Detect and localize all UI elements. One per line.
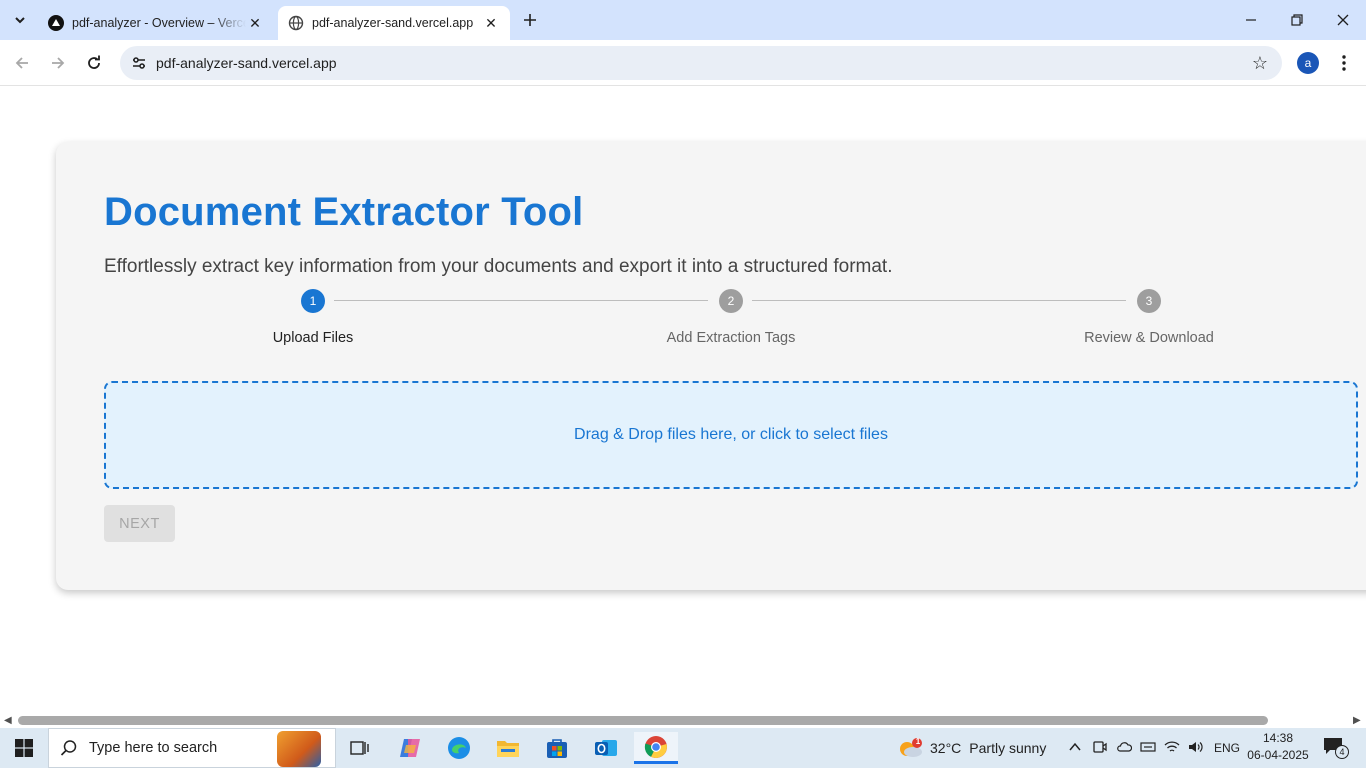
task-view-icon [350,741,369,755]
plus-icon [524,14,536,26]
chevron-up-icon[interactable] [1066,741,1084,755]
scrollbar-thumb[interactable] [18,716,1268,725]
close-icon[interactable]: ✕ [482,14,500,32]
tab-title: pdf-analyzer-sand.vercel.app [312,16,474,30]
more-vert-icon [1342,55,1346,71]
weather-temperature: 32°C [930,740,962,756]
copilot-button[interactable] [390,732,430,764]
step-connector [334,300,708,301]
restore-icon [1291,14,1303,26]
browser-tab-strip: pdf-analyzer - Overview – Vercel ✕ pdf-a… [0,0,1366,40]
tab-title: pdf-analyzer - Overview – Vercel [72,16,246,30]
new-tab-button[interactable] [518,8,542,32]
close-icon [1337,14,1349,26]
close-window-button[interactable] [1320,0,1366,40]
scroll-left-icon[interactable]: ◀ [4,715,12,726]
step-2-indicator: 2 [719,289,743,313]
clock-time: 14:38 [1262,731,1294,745]
profile-avatar[interactable]: a [1297,52,1319,74]
chrome-icon [644,735,667,758]
step-1-label: Upload Files [272,330,354,346]
page-subtitle: Effortlessly extract key information fro… [104,256,893,277]
outlook-button[interactable] [586,732,626,764]
browser-toolbar: pdf-analyzer-sand.vercel.app ☆ a [0,40,1366,86]
start-button[interactable] [0,728,48,768]
weather-alert-badge: 1 [915,737,921,746]
close-icon[interactable]: ✕ [246,14,264,32]
minimize-icon [1246,19,1256,21]
restore-button[interactable] [1274,0,1320,40]
pen-input-icon[interactable] [1136,740,1160,757]
network-cloud-icon[interactable] [1112,740,1136,757]
arrow-left-icon [15,57,28,69]
search-icon [49,739,89,757]
folder-icon [497,741,519,757]
taskbar-clock[interactable]: 14:38 06-04-2025 [1240,730,1316,764]
microsoft-store-button[interactable] [537,732,577,764]
weather-condition: Partly sunny [969,740,1047,756]
url-text: pdf-analyzer-sand.vercel.app [156,55,337,71]
step-connector [752,300,1126,301]
chrome-button[interactable] [634,732,678,764]
meet-now-icon[interactable] [1088,740,1112,757]
reload-icon [88,55,100,69]
task-view-button[interactable] [340,732,380,764]
step-1-indicator: 1 [301,289,325,313]
dropzone-text: Drag & Drop files here, or click to sele… [574,426,888,443]
step-3-label: Review & Download [1084,330,1214,346]
windows-taskbar: Type here to search 1 32°C Partly sunny [0,728,1366,768]
file-dropzone[interactable]: Drag & Drop files here, or click to sele… [104,381,1358,489]
tab-pdf-analyzer[interactable]: pdf-analyzer-sand.vercel.app ✕ [278,6,510,40]
bookmark-star-icon[interactable]: ☆ [1252,53,1268,73]
minimize-button[interactable] [1228,0,1274,40]
edge-button[interactable] [439,732,479,764]
taskbar-search-box[interactable]: Type here to search [48,728,336,768]
store-icon [547,739,567,758]
notification-center-button[interactable]: 4 [1322,736,1350,760]
wifi-icon[interactable] [1160,740,1184,757]
clock-date: 06-04-2025 [1247,748,1309,762]
weather-widget[interactable]: 1 32°C Partly sunny [898,728,1046,768]
vercel-logo-icon [48,15,64,31]
outlook-icon [595,740,617,756]
step-2-label: Add Extraction Tags [666,330,796,346]
reload-button[interactable] [80,49,108,77]
scroll-right-icon[interactable]: ▶ [1353,715,1361,726]
forward-button[interactable] [44,49,72,77]
chevron-down-icon [15,17,25,24]
site-info-icon[interactable] [122,55,156,71]
next-button[interactable]: NEXT [104,505,175,542]
horizontal-scrollbar[interactable]: ◀ ▶ [0,713,1366,728]
notification-count-badge: 4 [1335,745,1349,759]
volume-icon[interactable] [1184,740,1208,757]
file-explorer-button[interactable] [488,732,528,764]
address-bar[interactable]: pdf-analyzer-sand.vercel.app ☆ [120,46,1282,80]
tab-search-button[interactable] [6,8,34,32]
globe-icon [288,15,304,31]
edge-icon [448,737,470,759]
arrow-right-icon [52,57,65,69]
tab-vercel-overview[interactable]: pdf-analyzer - Overview – Vercel ✕ [38,6,274,40]
browser-menu-button[interactable] [1332,50,1356,76]
step-3-indicator: 3 [1137,289,1161,313]
copilot-icon [400,739,420,757]
back-button[interactable] [8,49,36,77]
weather-sun-cloud-icon: 1 [898,737,924,759]
system-tray: ENG [1066,728,1244,768]
windows-logo-icon [15,739,33,757]
search-highlight-image [277,731,321,767]
language-indicator[interactable]: ENG [1210,741,1244,755]
page-title: Document Extractor Tool [104,190,584,234]
taskbar-search-placeholder: Type here to search [89,740,218,756]
